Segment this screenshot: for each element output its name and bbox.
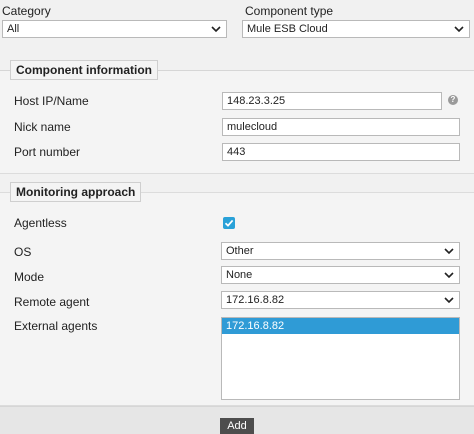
agentless-checkbox[interactable] <box>223 217 235 229</box>
mode-value: None <box>226 269 253 281</box>
external-agents-label: External agents <box>14 319 98 333</box>
os-label: OS <box>14 245 32 259</box>
nick-label: Nick name <box>14 120 71 134</box>
chevron-down-icon <box>444 246 454 256</box>
nick-input[interactable]: mulecloud <box>222 118 460 136</box>
host-label: Host IP/Name <box>14 94 89 108</box>
agentless-label: Agentless <box>14 216 67 230</box>
component-info-title: Component information <box>10 60 158 80</box>
chevron-down-icon <box>444 270 454 280</box>
mode-select[interactable]: None <box>221 266 460 284</box>
list-item[interactable]: 172.16.8.82 <box>222 318 459 334</box>
chevron-down-icon <box>444 295 454 305</box>
nick-value: mulecloud <box>227 121 278 133</box>
remote-agent-label: Remote agent <box>14 295 90 309</box>
help-icon[interactable]: ? <box>448 95 458 105</box>
chevron-down-icon <box>211 24 221 34</box>
port-label: Port number <box>14 145 81 159</box>
remote-agent-value: 172.16.8.82 <box>226 294 285 306</box>
host-value: 148.23.3.25 <box>227 95 286 107</box>
add-button[interactable]: Add <box>220 418 254 434</box>
component-type-select[interactable]: Mule ESB Cloud <box>242 20 470 38</box>
os-select[interactable]: Other <box>221 242 460 260</box>
host-input[interactable]: 148.23.3.25 <box>222 92 442 110</box>
monitoring-title: Monitoring approach <box>10 182 142 202</box>
category-value: All <box>7 23 20 35</box>
component-type-label: Component type <box>245 4 334 18</box>
category-select[interactable]: All <box>2 20 227 38</box>
port-input[interactable]: 443 <box>222 143 460 161</box>
chevron-down-icon <box>454 24 464 34</box>
remote-agent-select[interactable]: 172.16.8.82 <box>221 291 460 309</box>
mode-label: Mode <box>14 270 45 284</box>
port-value: 443 <box>227 146 246 158</box>
external-agents-listbox[interactable]: 172.16.8.82 <box>221 317 460 400</box>
component-type-value: Mule ESB Cloud <box>247 23 328 35</box>
os-value: Other <box>226 245 254 257</box>
check-icon <box>224 219 234 227</box>
category-label: Category <box>2 4 51 18</box>
